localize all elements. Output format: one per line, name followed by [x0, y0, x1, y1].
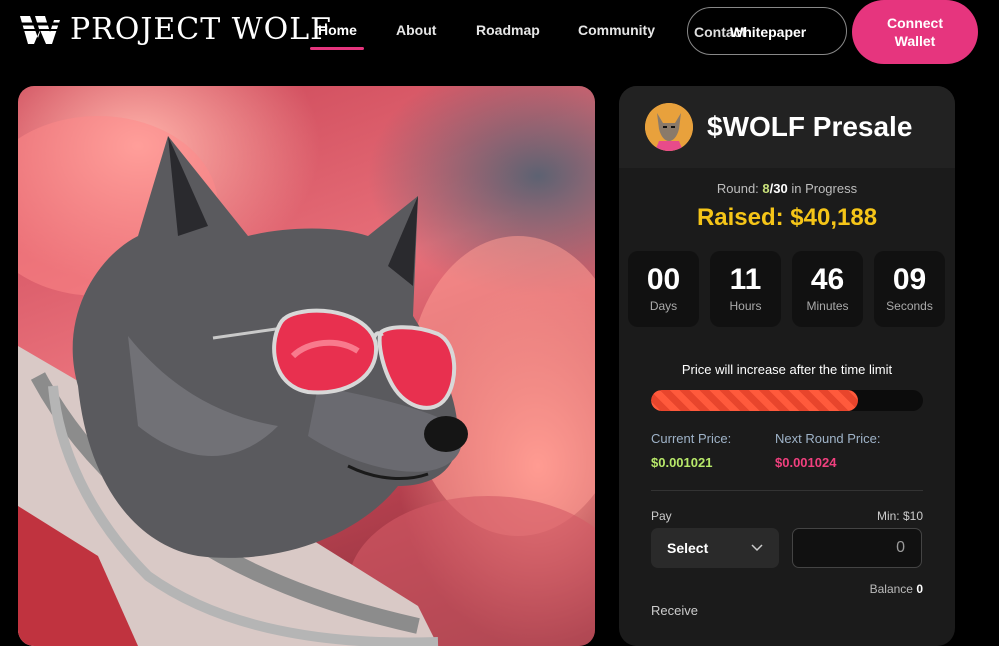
presale-progress-bar — [651, 390, 923, 411]
timer-value: 11 — [729, 263, 762, 296]
balance-label: Balance — [869, 582, 917, 596]
whitepaper-label: Whitepaper — [730, 24, 807, 40]
min-amount-label: Min: $10 — [876, 509, 923, 523]
pay-label: Pay — [651, 509, 672, 523]
timer-label: Minutes — [806, 299, 849, 313]
logo[interactable]: PROJECT WOLF — [18, 12, 332, 48]
token-avatar — [645, 103, 693, 151]
timer-label: Hours — [729, 299, 762, 313]
round-prefix: Round: — [716, 181, 763, 196]
nav-active-indicator — [310, 47, 364, 50]
divider — [651, 490, 923, 491]
pay-amount-input[interactable] — [792, 528, 922, 568]
timer-value: 09 — [892, 263, 927, 296]
whitepaper-button[interactable]: Contact Whitepaper — [687, 7, 847, 55]
timer-label: Seconds — [886, 299, 933, 313]
nav-home[interactable]: Home — [318, 22, 357, 38]
nav-about[interactable]: About — [396, 22, 436, 38]
current-price-value: $0.001021 — [651, 455, 713, 470]
currency-select-label: Select — [667, 540, 709, 556]
receive-label: Receive — [651, 603, 698, 618]
wolf-illustration — [18, 116, 595, 646]
presale-header: $WOLF Presale — [619, 86, 955, 168]
progress-fill — [651, 390, 858, 411]
timer-value: 46 — [810, 263, 845, 296]
price-increase-notice: Price will increase after the time limit — [681, 362, 893, 377]
logo-text: PROJECT WOLF — [70, 12, 332, 47]
round-total: /30 — [769, 181, 788, 196]
raised-amount: Raised: $40,188 — [696, 204, 878, 231]
timer-days: 00 Days — [628, 251, 699, 327]
wolf-avatar-icon — [645, 103, 693, 151]
currency-select[interactable]: Select — [651, 528, 779, 568]
current-price-label: Current Price: — [651, 431, 732, 446]
timer-hours: 11 Hours — [710, 251, 781, 327]
balance-value: 0 — [916, 582, 923, 596]
next-price-label: Next Round Price: — [775, 431, 881, 446]
nav-community[interactable]: Community — [578, 22, 655, 38]
next-price-value: $0.001024 — [775, 455, 837, 470]
balance-display: Balance 0 — [870, 582, 923, 596]
countdown-timer: 00 Days 11 Hours 46 Minutes 09 Seconds — [628, 251, 945, 327]
timer-value: 00 — [646, 263, 681, 296]
chevron-down-icon — [751, 544, 763, 552]
round-suffix: in Progress — [787, 181, 858, 196]
presale-card: $WOLF Presale Round: 8/30 in Progress Ra… — [619, 86, 955, 646]
timer-label: Days — [649, 299, 678, 313]
round-status: Round: 8/30 in Progress — [619, 181, 955, 196]
timer-seconds: 09 Seconds — [874, 251, 945, 327]
connect-wallet-button[interactable]: Connect Wallet — [852, 0, 978, 64]
hero-image — [18, 86, 595, 646]
nav-roadmap[interactable]: Roadmap — [476, 22, 540, 38]
round-current: 8 — [762, 181, 770, 196]
wolf-logo-icon — [20, 16, 60, 44]
timer-minutes: 46 Minutes — [792, 251, 863, 327]
presale-title: $WOLF Presale — [707, 111, 913, 142]
